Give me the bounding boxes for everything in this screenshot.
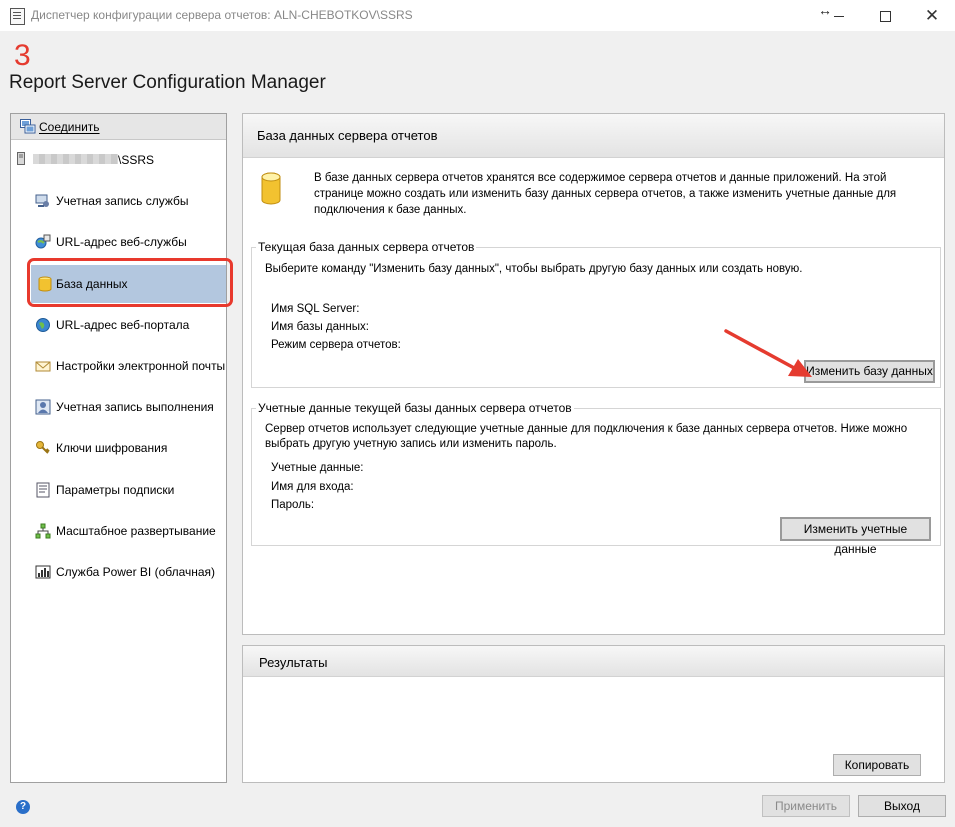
- close-button[interactable]: ✕: [909, 0, 955, 31]
- annotation-arrow: [724, 329, 812, 377]
- server-icon: [17, 152, 25, 165]
- results-header: Результаты: [243, 646, 944, 677]
- selection-highlight: [27, 258, 233, 307]
- web-service-url-icon: [35, 234, 51, 249]
- login-name-label: Имя для входа:: [271, 481, 354, 493]
- sidebar-item-label: URL-адрес веб-службы: [56, 235, 187, 249]
- execution-account-icon: [35, 399, 51, 415]
- sidebar-item-label: Учетная запись выполнения: [56, 400, 214, 414]
- apply-button[interactable]: Применить: [762, 795, 850, 817]
- scale-out-icon: [35, 523, 51, 539]
- maximize-icon: [879, 10, 891, 22]
- step-number: 3: [14, 39, 31, 72]
- sidebar-item-email-settings[interactable]: Настройки электронной почты: [11, 349, 226, 383]
- sidebar-item-web-service-url[interactable]: URL-адрес веб-службы: [11, 225, 226, 259]
- credentials-group: Учетные данные текущей базы данных серве…: [251, 401, 941, 556]
- connect-button[interactable]: Соединить: [11, 114, 226, 140]
- sql-server-label: Имя SQL Server:: [271, 303, 360, 315]
- results-pane: Результаты Копировать: [242, 645, 945, 783]
- results-title: Результаты: [259, 655, 328, 670]
- window-title: Диспетчер конфигурации сервера отчетов: …: [31, 8, 413, 22]
- globe-icon: [36, 318, 50, 332]
- sidebar-item-power-bi[interactable]: Служба Power BI (облачная): [11, 555, 226, 589]
- subscription-icon: [36, 482, 50, 498]
- sidebar-item-label: Учетная запись службы: [56, 194, 189, 208]
- report-server-mode-label: Режим сервера отчетов:: [271, 339, 401, 351]
- connect-label: Соединить: [39, 120, 100, 134]
- sidebar-item-web-portal-url[interactable]: URL-адрес веб-портала: [11, 308, 226, 342]
- database-name-label: Имя базы данных:: [271, 321, 369, 333]
- sidebar-item-label: URL-адрес веб-портала: [56, 318, 190, 332]
- service-account-icon: [35, 194, 49, 207]
- minimize-button[interactable]: [816, 0, 862, 31]
- sidebar-item-scale-out[interactable]: Масштабное развертывание: [11, 514, 226, 548]
- sidebar-item-execution-account[interactable]: Учетная запись выполнения: [11, 390, 226, 424]
- app-title: Report Server Configuration Manager: [9, 72, 326, 93]
- connect-icon: [20, 119, 36, 134]
- email-icon: [35, 361, 51, 372]
- change-database-button[interactable]: Изменить базу данных: [804, 360, 935, 383]
- page-title: База данных сервера отчетов: [257, 128, 438, 143]
- sidebar-item-label: Масштабное развертывание: [56, 524, 216, 538]
- help-icon[interactable]: ?: [16, 800, 30, 814]
- sidebar-item-label: Служба Power BI (облачная): [56, 565, 216, 579]
- credentials-label: Учетные данные:: [271, 462, 364, 474]
- current-database-instruction: Выберите команду "Изменить базу данных",…: [265, 263, 803, 275]
- sidebar-item-encryption-keys[interactable]: Ключи шифрования: [11, 431, 226, 465]
- close-icon: ✕: [924, 6, 940, 25]
- sidebar-item-label: Ключи шифрования: [56, 441, 168, 455]
- maximize-button[interactable]: [862, 0, 908, 31]
- current-database-group-title: Текущая база данных сервера отчетов: [256, 240, 477, 254]
- server-instance-label: \SSRS: [118, 153, 155, 167]
- change-credentials-button[interactable]: Изменить учетные данные: [780, 517, 931, 556]
- copy-button[interactable]: Копировать: [833, 754, 921, 776]
- database-page: База данных сервера отчетов В базе данны…: [242, 113, 945, 635]
- credentials-description: Сервер отчетов использует следующие учет…: [265, 423, 908, 450]
- navigation-pane: Соединить \SSRS Учетная запись службы UR…: [10, 113, 227, 783]
- database-large-icon: [261, 172, 281, 205]
- current-database-group: Текущая база данных сервера отчетов Выбе…: [251, 240, 941, 388]
- credentials-group-title: Учетные данные текущей базы данных серве…: [256, 401, 574, 415]
- exit-button[interactable]: Выход: [858, 795, 946, 817]
- server-name-redacted: [33, 154, 118, 164]
- key-icon: [36, 441, 50, 454]
- password-label: Пароль:: [271, 499, 315, 511]
- page-header: База данных сервера отчетов: [243, 114, 944, 158]
- title-bar: Диспетчер конфигурации сервера отчетов: …: [0, 0, 955, 31]
- server-node[interactable]: \SSRS: [11, 148, 226, 170]
- report-icon: [10, 8, 25, 25]
- page-description: В базе данных сервера отчетов хранятся в…: [314, 172, 897, 216]
- sidebar-item-label: Настройки электронной почты: [56, 359, 226, 373]
- sidebar-item-subscription-settings[interactable]: Параметры подписки: [11, 473, 226, 507]
- sidebar-item-service-account[interactable]: Учетная запись службы: [11, 184, 226, 218]
- power-bi-icon: [35, 565, 51, 579]
- sidebar-item-label: Параметры подписки: [56, 483, 175, 497]
- minimize-icon: [834, 15, 844, 17]
